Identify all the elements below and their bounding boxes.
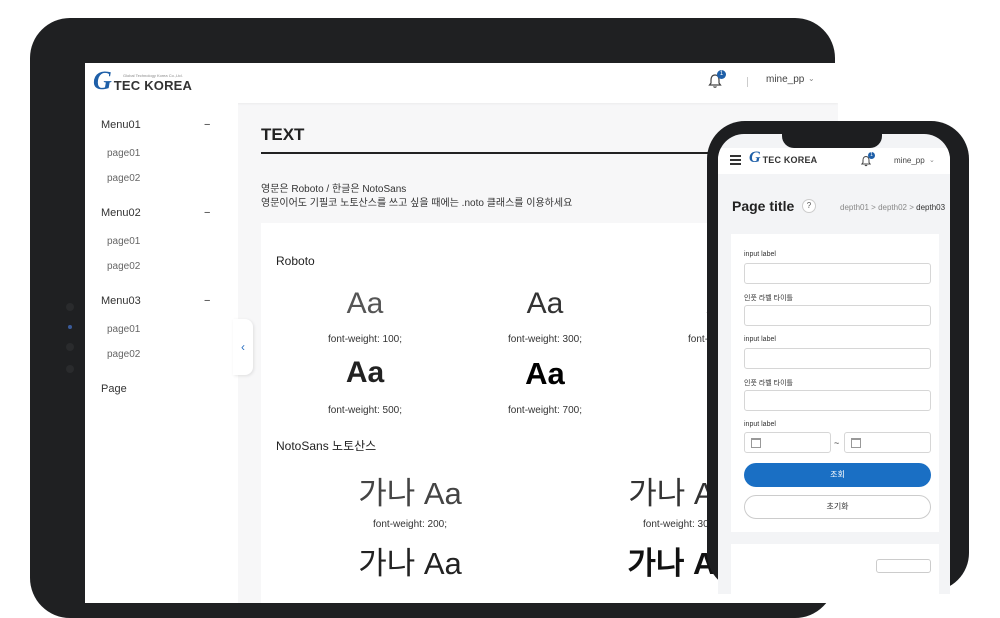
input-field-1[interactable] xyxy=(744,263,931,284)
notification-badge: 1 xyxy=(717,70,726,79)
reset-button[interactable]: 초기화 xyxy=(744,495,931,519)
user-menu[interactable]: mine_pp xyxy=(766,74,804,85)
input-field-4[interactable] xyxy=(744,390,931,411)
menu-group-2: Menu02 − page01 page02 xyxy=(85,207,238,279)
logo-mark: G xyxy=(749,149,761,166)
company-logo[interactable]: G TEC KOREA Global Technology Korea Co.,… xyxy=(93,67,192,95)
roboto-section-title: Roboto xyxy=(276,254,315,268)
menu-group-1: Menu01 − page01 page02 xyxy=(85,119,238,191)
menu-label: Menu03 xyxy=(101,295,141,307)
date-start-field[interactable] xyxy=(744,432,831,453)
sidebar-collapse-button[interactable]: ‹ xyxy=(233,319,253,375)
page-title: Page title xyxy=(732,198,795,214)
field-label-3: input label xyxy=(744,336,776,343)
roboto-sample-500: Aa xyxy=(345,356,385,389)
field-label-4: 인풋 라벨 타이틀 xyxy=(744,380,793,387)
field-label-5: input label xyxy=(744,421,776,428)
logo-text: TEC KOREA xyxy=(113,77,193,93)
menu-label: Menu02 xyxy=(101,207,141,219)
sidebar-item-menu01-page01[interactable]: page01 xyxy=(85,141,238,166)
breadcrumb-item[interactable]: depth01 xyxy=(840,203,869,212)
sidebar-item-page[interactable]: Page xyxy=(101,383,127,395)
date-range-separator: ~ xyxy=(834,438,840,448)
tablet-side-buttons xyxy=(66,303,74,387)
phone-device: G TEC KOREA 1 mine_pp ⌄ Page title ? dep… xyxy=(707,121,969,594)
sidebar-menu-01[interactable]: Menu01 − xyxy=(85,119,238,141)
noto-sample-200: 가나 Aa xyxy=(358,476,462,511)
input-field-2[interactable] xyxy=(744,305,931,326)
breadcrumb-item[interactable]: depth02 xyxy=(878,203,907,212)
roboto-caption-100: font-weight: 100; xyxy=(328,334,402,345)
roboto-sample-100: Aa xyxy=(346,287,384,320)
breadcrumb-current: depth03 xyxy=(916,203,946,212)
noto-caption-200: font-weight: 200; xyxy=(373,519,447,530)
collapse-icon[interactable]: − xyxy=(204,207,210,219)
logo-mark: G xyxy=(93,66,112,95)
result-card xyxy=(731,544,939,594)
sidebar-item-menu02-page02[interactable]: page02 xyxy=(85,254,238,279)
logo-text: TEC KOREA xyxy=(762,155,818,165)
mobile-company-logo[interactable]: G TEC KOREA xyxy=(749,150,817,166)
search-form-card: input label 인풋 라벨 타이틀 input label 인풋 라벨 … xyxy=(731,234,939,532)
logo-tagline: Global Technology Korea Co.,Ltd. xyxy=(123,73,183,78)
calendar-icon[interactable] xyxy=(851,438,861,448)
sidebar-menu-03[interactable]: Menu03 − xyxy=(85,295,238,317)
hamburger-menu-icon[interactable] xyxy=(730,155,741,167)
breadcrumb: depth01 > depth02 > depth03 xyxy=(840,203,945,212)
description-line-1: 영문은 Roboto / 한글은 NotoSans xyxy=(261,184,407,195)
roboto-caption-500: font-weight: 500; xyxy=(328,405,402,416)
roboto-sample-300: Aa xyxy=(526,287,564,320)
calendar-icon[interactable] xyxy=(751,438,761,448)
input-field-3[interactable] xyxy=(744,348,931,369)
roboto-caption-300: font-weight: 300; xyxy=(508,334,582,345)
menu-group-3: Menu03 − page01 page02 xyxy=(85,295,238,367)
sidebar-item-menu02-page01[interactable]: page01 xyxy=(85,229,238,254)
menu-label: Menu01 xyxy=(101,119,141,131)
chevron-down-icon[interactable]: ⌄ xyxy=(808,74,815,83)
top-header: G TEC KOREA Global Technology Korea Co.,… xyxy=(85,63,838,103)
field-label-1: input label xyxy=(744,251,776,258)
description-line-2: 영문이어도 기필코 노토산스를 쓰고 싶을 때에는 .noto 클래스를 이용하… xyxy=(261,198,573,209)
field-label-2: 인풋 라벨 타이틀 xyxy=(744,295,793,302)
sidebar-item-menu01-page02[interactable]: page02 xyxy=(85,166,238,191)
phone-screen: G TEC KOREA 1 mine_pp ⌄ Page title ? dep… xyxy=(718,134,950,594)
help-icon[interactable]: ? xyxy=(802,199,816,213)
phone-notch xyxy=(782,134,882,148)
user-menu[interactable]: mine_pp xyxy=(894,156,925,165)
date-end-field[interactable] xyxy=(844,432,931,453)
header-divider xyxy=(747,77,748,87)
sidebar: Menu01 − page01 page02 Menu02 − page01 p… xyxy=(85,103,238,603)
chevron-down-icon[interactable]: ⌄ xyxy=(929,156,935,164)
mobile-header: G TEC KOREA 1 mine_pp ⌄ xyxy=(718,148,950,174)
breadcrumb-separator: > xyxy=(909,203,914,212)
collapse-icon[interactable]: − xyxy=(204,295,210,307)
breadcrumb-separator: > xyxy=(871,203,876,212)
result-action-button[interactable] xyxy=(876,559,931,573)
sidebar-item-menu03-page01[interactable]: page01 xyxy=(85,317,238,342)
noto-sample-400: 가나 Aa xyxy=(358,546,462,581)
page-title: TEXT xyxy=(261,125,305,144)
roboto-sample-700: Aa xyxy=(525,356,565,391)
notosans-section-title: NotoSans 노토산스 xyxy=(276,439,377,453)
roboto-caption-700: font-weight: 700; xyxy=(508,405,582,416)
sidebar-menu-02[interactable]: Menu02 − xyxy=(85,207,238,229)
search-button[interactable]: 조회 xyxy=(744,463,931,487)
notification-badge: 1 xyxy=(868,152,875,159)
collapse-icon[interactable]: − xyxy=(204,119,210,131)
sidebar-item-menu03-page02[interactable]: page02 xyxy=(85,342,238,367)
